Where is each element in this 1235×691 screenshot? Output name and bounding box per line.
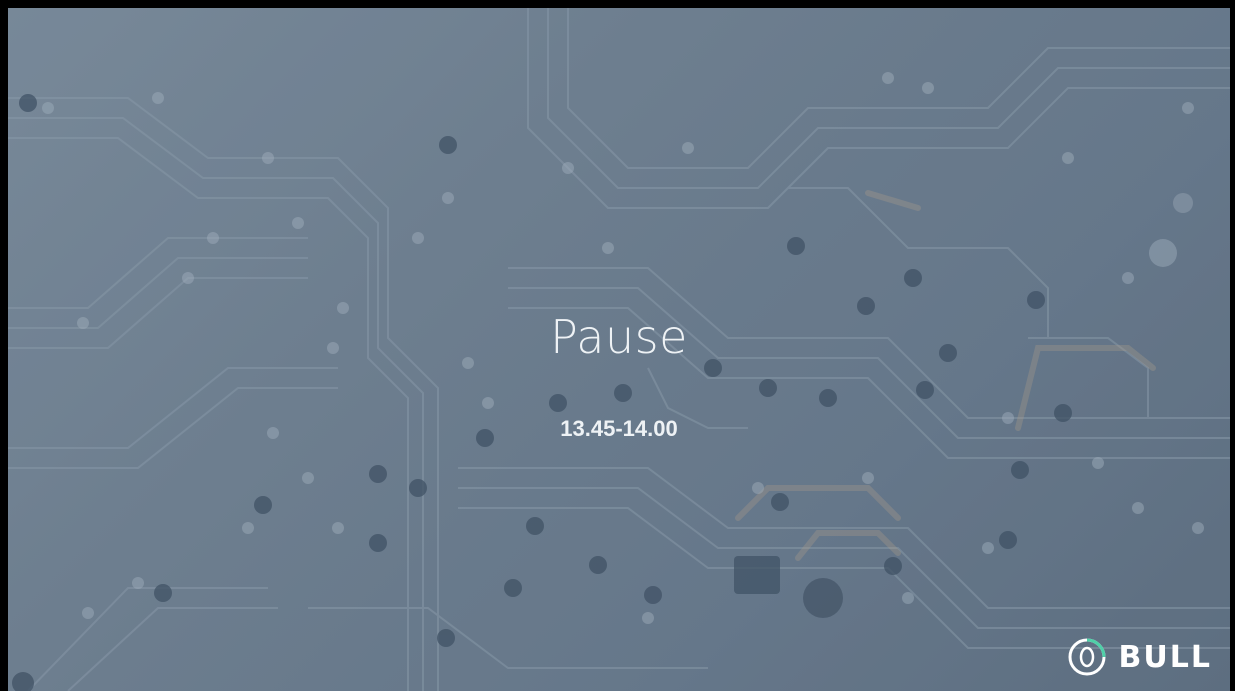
slide: Pause 13.45-14.00 BULL [8,8,1230,691]
slide-title: Pause [550,310,688,364]
bull-logo: BULL [1067,637,1212,677]
slide-time: 13.45-14.00 [560,416,678,441]
bull-logo-mark-icon [1068,638,1106,676]
presentation-window: Pause 13.45-14.00 BULL [0,0,1235,691]
logo-text: BULL [1118,639,1212,675]
